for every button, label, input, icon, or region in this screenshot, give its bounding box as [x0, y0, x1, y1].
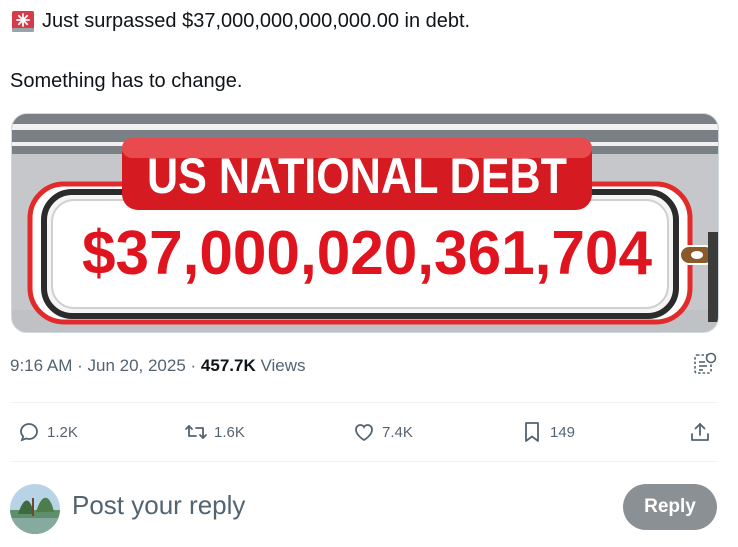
share-action[interactable] — [688, 420, 712, 444]
like-icon — [355, 424, 373, 442]
tweet-image[interactable]: US NATIONAL DEBT $37,000,020,361,704 — [11, 113, 719, 333]
divider — [10, 461, 718, 462]
action-bar: 1.2K 1.6K 7.4K 149 — [0, 414, 738, 450]
views-label: Views — [260, 356, 306, 375]
bookmark-icon — [525, 422, 539, 442]
divider — [10, 402, 718, 403]
tweet-line-1: Just surpassed $37,000,000,000,000.00 in… — [10, 8, 725, 34]
repost-count: 1.6K — [214, 423, 245, 441]
repost-icon — [185, 425, 207, 439]
bookmark-count: 149 — [550, 423, 576, 441]
reply-count: 1.2K — [47, 423, 78, 441]
reply-button[interactable]: Reply — [623, 484, 717, 530]
tweet-meta: 9:16 AM · Jun 20, 2025 · 457.7K Views — [10, 356, 306, 376]
tweet-line-2: Something has to change. — [10, 70, 243, 92]
tweet-line-1-text: Just surpassed $37,000,000,000,000.00 in… — [42, 10, 471, 32]
meta-separator: · — [185, 356, 201, 375]
siren-emoji-icon — [12, 11, 34, 32]
analytics-icon[interactable] — [693, 352, 717, 376]
debt-clock-graphic: US NATIONAL DEBT $37,000,020,361,704 — [12, 114, 718, 332]
reply-composer: Post your reply Reply — [0, 478, 738, 538]
tweet-text: Just surpassed $37,000,000,000,000.00 in… — [10, 8, 725, 94]
reply-icon — [20, 423, 38, 442]
debt-amount: $37,000,020,361,704 — [82, 219, 653, 288]
tweet-date[interactable]: Jun 20, 2025 — [87, 356, 185, 375]
views-count: 457.7K — [200, 356, 256, 375]
reply-action[interactable]: 1.2K — [17, 420, 78, 444]
share-icon — [691, 423, 709, 441]
avatar[interactable] — [10, 484, 60, 534]
like-action[interactable]: 7.4K — [352, 420, 413, 444]
banner-text: US NATIONAL DEBT — [147, 148, 567, 204]
like-count: 7.4K — [382, 423, 413, 441]
bookmark-action[interactable]: 149 — [520, 420, 575, 444]
meta-separator: · — [72, 356, 88, 375]
tweet-time[interactable]: 9:16 AM — [10, 356, 72, 375]
reply-input[interactable]: Post your reply — [72, 490, 245, 521]
repost-action[interactable]: 1.6K — [184, 420, 245, 444]
